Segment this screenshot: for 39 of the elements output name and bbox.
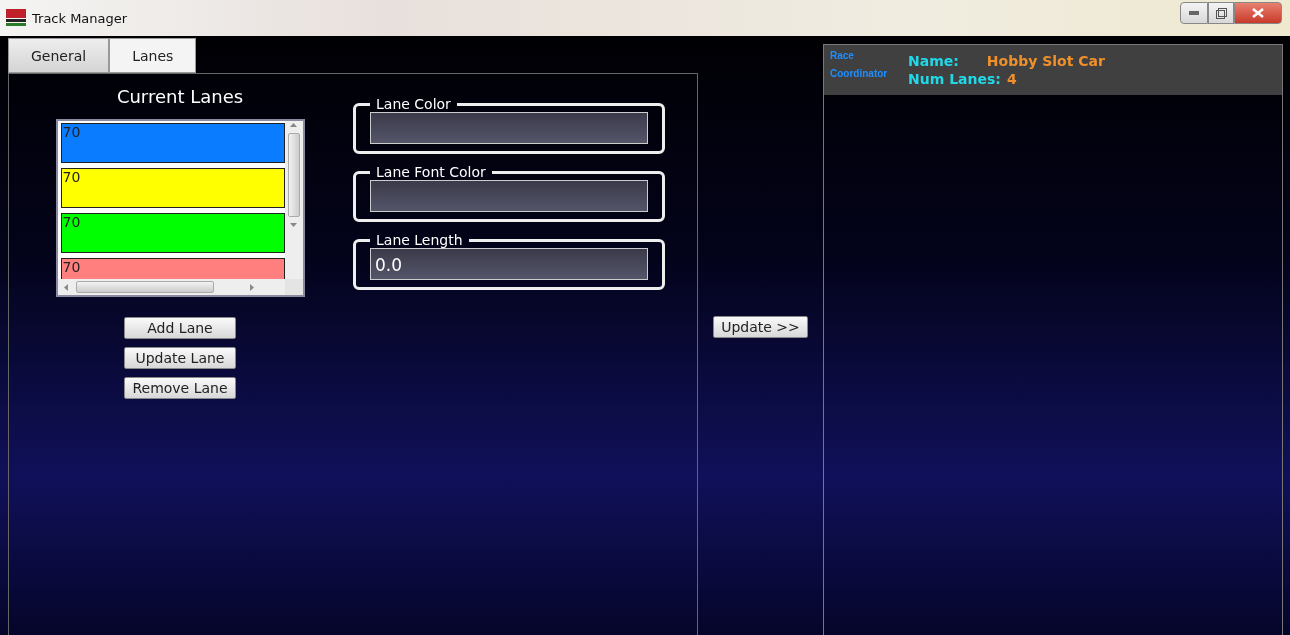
close-icon	[1252, 8, 1264, 18]
update-button[interactable]: Update >>	[713, 315, 808, 338]
tab[interactable]: General	[8, 38, 110, 73]
lane-item[interactable]: 70	[60, 123, 285, 163]
minimize-icon	[1189, 11, 1199, 15]
name-label: Name:	[908, 53, 959, 69]
lane-action-button[interactable]: Remove Lane	[124, 377, 236, 399]
horizontal-scrollbar[interactable]	[57, 279, 285, 295]
maximize-button[interactable]	[1208, 2, 1234, 24]
panel-heading: Current Lanes	[116, 86, 244, 107]
scrollbar-thumb[interactable]	[75, 281, 214, 293]
input-field[interactable]	[370, 180, 648, 212]
lanes-label: Num Lanes:	[908, 71, 1001, 87]
tab[interactable]: Lanes	[109, 38, 197, 73]
maximize-icon	[1215, 7, 1227, 19]
logo-text: Coordinator	[830, 67, 888, 81]
logo-text: Race	[830, 49, 854, 63]
vertical-scrollbar[interactable]	[284, 121, 303, 279]
field-label: Lane Color	[375, 96, 452, 112]
scrollbar-thumb[interactable]	[287, 133, 300, 217]
field-label: Lane Length	[375, 232, 464, 248]
lanes-value: 4	[1006, 71, 1017, 87]
lane-action-button[interactable]: Update Lane	[124, 347, 236, 369]
minimize-button[interactable]	[1180, 2, 1208, 24]
arrow-up-icon[interactable]	[290, 123, 297, 127]
lane-item[interactable]: 70	[60, 213, 285, 253]
input-field[interactable]: 0.0	[370, 248, 648, 280]
app-logo-icon	[6, 9, 26, 27]
arrow-down-icon[interactable]	[290, 223, 297, 227]
arrow-right-icon[interactable]	[249, 283, 254, 291]
lane-item[interactable]: 70	[60, 258, 285, 279]
close-button[interactable]	[1234, 2, 1282, 24]
arrow-left-icon[interactable]	[63, 283, 68, 291]
lane-item[interactable]: 70	[60, 168, 285, 208]
field-label: Lane Font Color	[375, 164, 487, 180]
lane-action-button[interactable]: Add Lane	[124, 317, 236, 339]
input-field[interactable]	[370, 112, 648, 144]
window-title: Track Manager	[32, 10, 129, 26]
name-value: Hobby Slot Car	[986, 53, 1105, 69]
